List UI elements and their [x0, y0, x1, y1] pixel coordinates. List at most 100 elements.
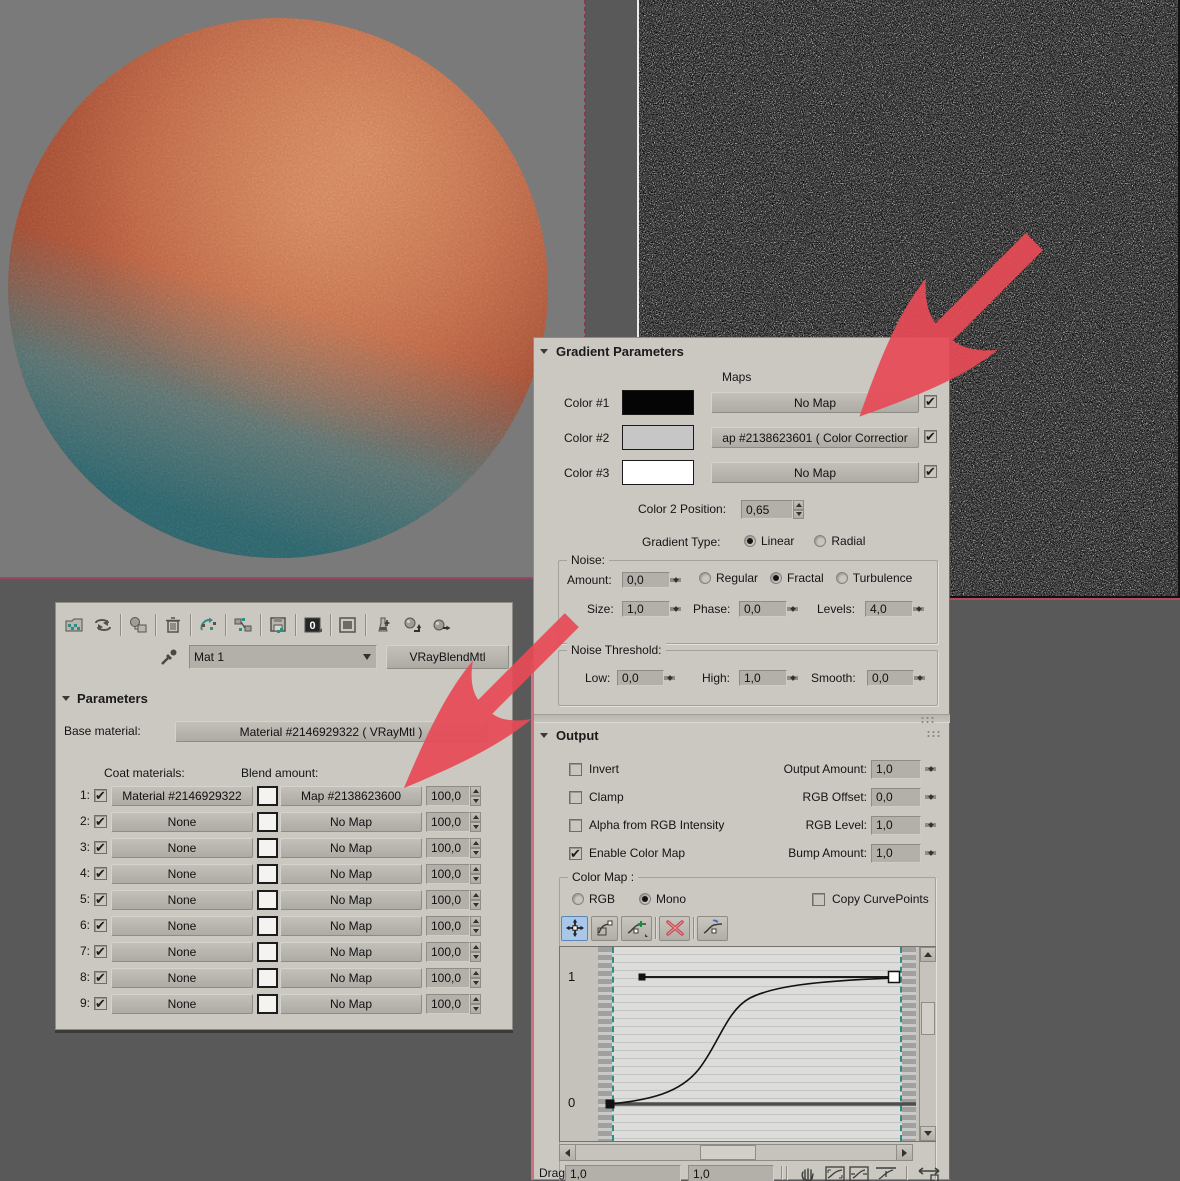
blend-color-swatch[interactable] [257, 942, 278, 962]
radio-icon[interactable] [814, 535, 827, 547]
output-rollout-header[interactable]: Output [540, 728, 599, 743]
noise-levels-value[interactable]: 4,0 [865, 600, 913, 617]
spinner-arrows[interactable] [470, 916, 481, 936]
threshold-low-spinner[interactable]: 0,0 [617, 668, 675, 687]
blend-amount-value[interactable]: 100,0 [426, 864, 470, 884]
spinner-arrows[interactable] [664, 675, 675, 680]
spinner-arrows[interactable] [787, 606, 798, 611]
reset-curve-button[interactable] [697, 915, 728, 941]
blend-color-swatch[interactable] [257, 916, 278, 936]
blend-map-button[interactable]: No Map [280, 942, 422, 962]
checkbox[interactable] [569, 790, 582, 804]
radio-option[interactable]: RGB [572, 892, 615, 906]
spinner-arrows[interactable] [470, 890, 481, 910]
blend-amount-value[interactable]: 100,0 [426, 968, 470, 988]
radio-option[interactable]: Radial [814, 534, 865, 548]
coat-enable-checkbox[interactable]: ✔ [94, 997, 107, 1010]
coat-material-button[interactable]: None [111, 916, 253, 936]
noise-amount-value[interactable]: 0,0 [622, 571, 670, 588]
spinner-arrows[interactable] [925, 795, 936, 799]
radio-option[interactable]: Mono [639, 892, 686, 906]
coat-enable-checkbox[interactable]: ✔ [94, 893, 107, 906]
spinner-value[interactable]: 0,0 [871, 787, 921, 807]
map-enable-checkbox[interactable]: ✔ [924, 465, 937, 478]
threshold-low-value[interactable]: 0,0 [617, 669, 664, 686]
radio-option[interactable]: Regular [699, 571, 758, 585]
checkbox[interactable] [569, 818, 582, 832]
noise-phase-value[interactable]: 0,0 [739, 600, 787, 617]
blend-amount-spinner[interactable]: 100,0 [426, 864, 481, 884]
coat-enable-checkbox[interactable]: ✔ [94, 789, 107, 802]
threshold-high-spinner[interactable]: 1,0 [739, 668, 798, 687]
blend-amount-spinner[interactable]: 100,0 [426, 890, 481, 910]
show-map-in-viewport-icon[interactable] [336, 613, 360, 637]
get-material-icon[interactable] [62, 613, 86, 637]
coat-enable-checkbox[interactable]: ✔ [94, 815, 107, 828]
spinner-arrows[interactable] [793, 500, 804, 519]
radio-option[interactable]: Turbulence [835, 571, 912, 585]
coat-enable-checkbox[interactable]: ✔ [94, 919, 107, 932]
coat-material-button[interactable]: None [111, 812, 253, 832]
color-swatch[interactable] [622, 390, 694, 415]
material-name-dropdown[interactable]: Mat 1 [189, 645, 377, 669]
noise-levels-spinner[interactable]: 4,0 [865, 599, 924, 618]
blend-amount-spinner[interactable]: 100,0 [426, 942, 481, 962]
zoom-region-icon[interactable] [914, 1165, 944, 1181]
coat-material-button[interactable]: None [111, 942, 253, 962]
pan-icon[interactable] [795, 1165, 819, 1181]
radio-option[interactable]: Linear [744, 534, 794, 548]
noise-phase-spinner[interactable]: 0,0 [739, 599, 798, 618]
threshold-smooth-spinner[interactable]: 0,0 [867, 668, 925, 687]
spinner-arrows[interactable] [787, 675, 798, 680]
blend-amount-value[interactable]: 100,0 [426, 890, 470, 910]
checkbox[interactable] [569, 762, 582, 776]
blend-amount-spinner[interactable]: 100,0 [426, 838, 481, 858]
radio-option[interactable]: Fractal [770, 571, 824, 585]
coat-material-button[interactable]: None [111, 838, 253, 858]
coat-enable-checkbox[interactable]: ✔ [94, 971, 107, 984]
radio-icon[interactable] [770, 572, 783, 584]
assign-material-to-selection-icon[interactable] [126, 613, 150, 637]
color-map-button[interactable]: No Map [711, 462, 919, 483]
spinner-value[interactable]: 1,0 [871, 843, 921, 863]
radio-icon[interactable] [835, 572, 848, 584]
scroll-left-icon[interactable] [560, 1145, 576, 1160]
blend-amount-value[interactable]: 100,0 [426, 994, 470, 1014]
zoom-horizontal-extents-icon[interactable] [847, 1165, 871, 1181]
curve-horizontal-scrollbar[interactable] [559, 1144, 913, 1161]
copy-curvepoints-checkbox[interactable] [812, 892, 825, 906]
scale-point-button[interactable] [591, 915, 618, 941]
go-forward-to-sibling-icon[interactable] [429, 613, 453, 637]
spinner-arrows[interactable] [470, 812, 481, 832]
blend-color-swatch[interactable] [257, 968, 278, 988]
threshold-high-value[interactable]: 1,0 [739, 669, 787, 686]
spinner-arrows[interactable] [925, 767, 936, 771]
coat-material-button[interactable]: None [111, 968, 253, 988]
vertical-scroll-thumb[interactable] [921, 1002, 935, 1035]
blend-map-button[interactable]: No Map [280, 864, 422, 884]
color2-position-spinner[interactable]: 0,65 [741, 500, 804, 519]
move-point-button[interactable] [561, 915, 588, 941]
coat-material-button[interactable]: None [111, 994, 253, 1014]
blend-color-swatch[interactable] [257, 838, 278, 858]
add-point-button[interactable] [621, 915, 652, 941]
noise-amount-spinner[interactable]: 0,0 [622, 570, 681, 589]
spinner-arrows[interactable] [470, 786, 481, 806]
spinner-arrows[interactable] [670, 577, 681, 582]
put-material-to-scene-icon[interactable] [91, 613, 115, 637]
color2-position-value[interactable]: 0,65 [741, 500, 793, 519]
map-enable-checkbox[interactable]: ✔ [924, 430, 937, 443]
zoom-vertical-extents-icon[interactable] [874, 1165, 898, 1181]
delete-point-button[interactable] [659, 915, 690, 941]
blend-amount-value[interactable]: 100,0 [426, 916, 470, 936]
rollout-grip[interactable] [920, 716, 936, 724]
checkbox[interactable]: ✔ [569, 846, 582, 860]
curve-plot-area[interactable] [598, 947, 916, 1141]
coat-enable-checkbox[interactable]: ✔ [94, 867, 107, 880]
blend-color-swatch[interactable] [257, 812, 278, 832]
blend-amount-spinner[interactable]: 100,0 [426, 994, 481, 1014]
spinner-arrows[interactable] [470, 968, 481, 988]
spinner-arrows[interactable] [925, 851, 936, 855]
noise-size-spinner[interactable]: 1,0 [622, 599, 681, 618]
put-to-library-icon[interactable] [266, 613, 290, 637]
